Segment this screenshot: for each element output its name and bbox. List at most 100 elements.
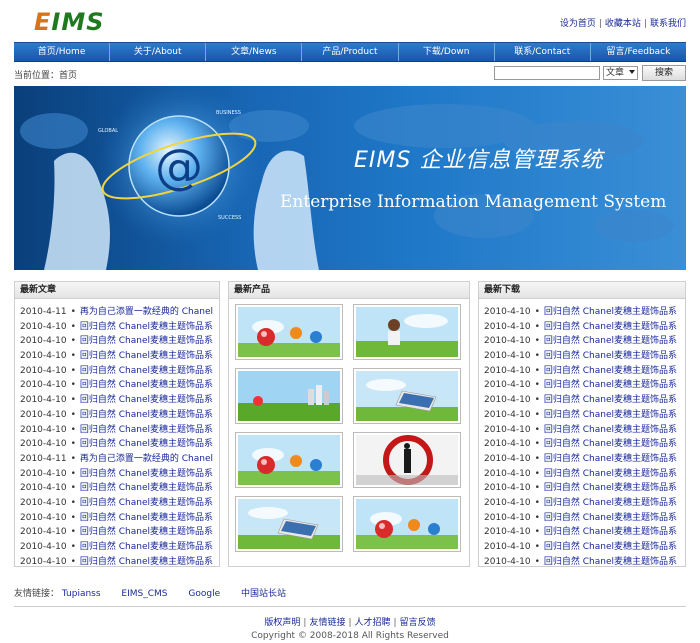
item-title-link[interactable]: 回归自然 Chanel麦穗主题饰品系 (80, 483, 213, 493)
item-title-link[interactable]: 回归自然 Chanel麦穗主题饰品系 (544, 513, 677, 523)
item-title-link[interactable]: 回归自然 Chanel麦穗主题饰品系 (544, 542, 677, 552)
item-title-link[interactable]: 回归自然 Chanel麦穗主题饰品系 (80, 322, 213, 332)
item-title-link[interactable]: 回归自然 Chanel麦穗主题饰品系 (544, 336, 677, 346)
item-title-link[interactable]: 回归自然 Chanel麦穗主题饰品系 (80, 410, 213, 420)
product-thumbnail[interactable] (353, 432, 461, 488)
list-item[interactable]: 2010-4-10 • 回归自然 Chanel麦穗主题饰品系 (479, 555, 685, 570)
list-item[interactable]: 2010-4-10 • 回归自然 Chanel麦穗主题饰品系 (15, 481, 219, 496)
nav-contact[interactable]: 联系/Contact (495, 43, 591, 61)
item-title-link[interactable]: 回归自然 Chanel麦穗主题饰品系 (544, 366, 677, 376)
list-item[interactable]: 2010-4-10 • 回归自然 Chanel麦穗主题饰品系 (479, 525, 685, 540)
copyright-notice-link[interactable]: 版权声明 (264, 618, 300, 628)
list-item[interactable]: 2010-4-11 • 再为自己添置一款经典的 Chanel (15, 305, 219, 320)
list-item[interactable]: 2010-4-11 • 再为自己添置一款经典的 Chanel (15, 452, 219, 467)
product-thumbnail[interactable] (235, 496, 343, 552)
item-title-link[interactable]: 回归自然 Chanel麦穗主题饰品系 (80, 439, 213, 449)
search-input[interactable] (494, 66, 600, 80)
product-thumbnail[interactable] (353, 304, 461, 360)
contact-us-link[interactable]: 联系我们 (650, 19, 686, 29)
list-item[interactable]: 2010-4-10 • 回归自然 Chanel麦穗主题饰品系 (479, 467, 685, 482)
list-item[interactable]: 2010-4-10 • 回归自然 Chanel麦穗主题饰品系 (479, 496, 685, 511)
nav-down[interactable]: 下载/Down (399, 43, 495, 61)
list-item[interactable]: 2010-4-10 • 回归自然 Chanel麦穗主题饰品系 (479, 393, 685, 408)
item-title-link[interactable]: 回归自然 Chanel麦穗主题饰品系 (544, 557, 677, 567)
list-item[interactable]: 2010-4-10 • 回归自然 Chanel麦穗主题饰品系 (15, 408, 219, 423)
item-title-link[interactable]: 回归自然 Chanel麦穗主题饰品系 (80, 425, 213, 435)
list-item[interactable]: 2010-4-10 • 回归自然 Chanel麦穗主题饰品系 (15, 393, 219, 408)
list-item[interactable]: 2010-4-10 • 回归自然 Chanel麦穗主题饰品系 (479, 408, 685, 423)
list-item[interactable]: 2010-4-10 • 回归自然 Chanel麦穗主题饰品系 (479, 452, 685, 467)
list-item[interactable]: 2010-4-10 • 回归自然 Chanel麦穗主题饰品系 (479, 437, 685, 452)
list-item[interactable]: 2010-4-10 • 回归自然 Chanel麦穗主题饰品系 (479, 334, 685, 349)
list-item[interactable]: 2010-4-10 • 回归自然 Chanel麦穗主题饰品系 (479, 378, 685, 393)
list-item[interactable]: 2010-4-10 • 回归自然 Chanel麦穗主题饰品系 (15, 423, 219, 438)
nav-feedback[interactable]: 留言/Feedback (591, 43, 686, 61)
item-title-link[interactable]: 回归自然 Chanel麦穗主题饰品系 (80, 557, 213, 567)
product-thumbnail[interactable] (235, 368, 343, 424)
list-item[interactable]: 2010-4-10 • 回归自然 Chanel麦穗主题饰品系 (479, 364, 685, 379)
item-title-link[interactable]: 回归自然 Chanel麦穗主题饰品系 (80, 542, 213, 552)
item-title-link[interactable]: 回归自然 Chanel麦穗主题饰品系 (544, 395, 677, 405)
item-title-link[interactable]: 回归自然 Chanel麦穗主题饰品系 (544, 454, 677, 464)
list-item[interactable]: 2010-4-10 • 回归自然 Chanel麦穗主题饰品系 (15, 437, 219, 452)
item-title-link[interactable]: 回归自然 Chanel麦穗主题饰品系 (544, 410, 677, 420)
product-thumbnail[interactable] (353, 496, 461, 552)
friend-links-link[interactable]: 友情链接 (309, 618, 345, 628)
item-title-link[interactable]: 回归自然 Chanel麦穗主题饰品系 (80, 395, 213, 405)
item-title-link[interactable]: 回归自然 Chanel麦穗主题饰品系 (544, 322, 677, 332)
list-item[interactable]: 2010-4-10 • 回归自然 Chanel麦穗主题饰品系 (479, 305, 685, 320)
item-title-link[interactable]: 回归自然 Chanel麦穗主题饰品系 (80, 366, 213, 376)
item-title-link[interactable]: 回归自然 Chanel麦穗主题饰品系 (80, 351, 213, 361)
item-title-link[interactable]: 回归自然 Chanel麦穗主题饰品系 (544, 425, 677, 435)
feedback-link[interactable]: 留言反馈 (400, 618, 436, 628)
item-title-link[interactable]: 回归自然 Chanel麦穗主题饰品系 (544, 469, 677, 479)
nav-news[interactable]: 文章/News (206, 43, 303, 61)
nav-product[interactable]: 产品/Product (302, 43, 399, 61)
item-title-link[interactable]: 回归自然 Chanel麦穗主题饰品系 (544, 527, 677, 537)
item-title-link[interactable]: 回归自然 Chanel麦穗主题饰品系 (544, 439, 677, 449)
item-title-link[interactable]: 回归自然 Chanel麦穗主题饰品系 (80, 527, 213, 537)
item-title-link[interactable]: 回归自然 Chanel麦穗主题饰品系 (544, 498, 677, 508)
list-item[interactable]: 2010-4-10 • 回归自然 Chanel麦穗主题饰品系 (15, 334, 219, 349)
set-homepage-link[interactable]: 设为首页 (560, 19, 596, 29)
item-title-link[interactable]: 回归自然 Chanel麦穗主题饰品系 (544, 307, 677, 317)
friend-link[interactable]: Google (188, 589, 220, 599)
item-title-link[interactable]: 回归自然 Chanel麦穗主题饰品系 (544, 380, 677, 390)
item-title-link[interactable]: 再为自己添置一款经典的 Chanel (80, 454, 213, 464)
search-button[interactable]: 搜索 (642, 65, 686, 81)
list-item[interactable]: 2010-4-10 • 回归自然 Chanel麦穗主题饰品系 (15, 496, 219, 511)
item-title-link[interactable]: 回归自然 Chanel麦穗主题饰品系 (544, 483, 677, 493)
list-item[interactable]: 2010-4-10 • 回归自然 Chanel麦穗主题饰品系 (15, 525, 219, 540)
list-item[interactable]: 2010-4-10 • 回归自然 Chanel麦穗主题饰品系 (15, 511, 219, 526)
list-item[interactable]: 2010-4-10 • 回归自然 Chanel麦穗主题饰品系 (479, 349, 685, 364)
list-item[interactable]: 2010-4-10 • 回归自然 Chanel麦穗主题饰品系 (15, 378, 219, 393)
list-item[interactable]: 2010-4-10 • 回归自然 Chanel麦穗主题饰品系 (479, 540, 685, 555)
item-title-link[interactable]: 回归自然 Chanel麦穗主题饰品系 (80, 498, 213, 508)
item-title-link[interactable]: 再为自己添置一款经典的 Chanel (80, 307, 213, 317)
search-type-select[interactable]: 文章 (603, 66, 638, 80)
item-title-link[interactable]: 回归自然 Chanel麦穗主题饰品系 (80, 380, 213, 390)
list-item[interactable]: 2010-4-10 • 回归自然 Chanel麦穗主题饰品系 (479, 511, 685, 526)
item-title-link[interactable]: 回归自然 Chanel麦穗主题饰品系 (544, 351, 677, 361)
item-title-link[interactable]: 回归自然 Chanel麦穗主题饰品系 (80, 336, 213, 346)
list-item[interactable]: 2010-4-10 • 回归自然 Chanel麦穗主题饰品系 (15, 467, 219, 482)
recruitment-link[interactable]: 人才招聘 (355, 618, 391, 628)
list-item[interactable]: 2010-4-10 • 回归自然 Chanel麦穗主题饰品系 (479, 481, 685, 496)
item-title-link[interactable]: 回归自然 Chanel麦穗主题饰品系 (80, 513, 213, 523)
list-item[interactable]: 2010-4-10 • 回归自然 Chanel麦穗主题饰品系 (15, 320, 219, 335)
product-thumbnail[interactable] (353, 368, 461, 424)
friend-link[interactable]: EIMS_CMS (121, 589, 167, 599)
item-title-link[interactable]: 回归自然 Chanel麦穗主题饰品系 (80, 469, 213, 479)
list-item[interactable]: 2010-4-10 • 回归自然 Chanel麦穗主题饰品系 (15, 540, 219, 555)
friend-link[interactable]: Tupianss (62, 589, 101, 599)
product-thumbnail[interactable] (235, 304, 343, 360)
list-item[interactable]: 2010-4-10 • 回归自然 Chanel麦穗主题饰品系 (15, 349, 219, 364)
list-item[interactable]: 2010-4-10 • 回归自然 Chanel麦穗主题饰品系 (479, 320, 685, 335)
list-item[interactable]: 2010-4-10 • 回归自然 Chanel麦穗主题饰品系 (479, 423, 685, 438)
logo[interactable]: EIMS (34, 8, 118, 36)
nav-about[interactable]: 关于/About (110, 43, 207, 61)
product-thumbnail[interactable] (235, 432, 343, 488)
friend-link[interactable]: 中国站长站 (241, 589, 286, 599)
list-item[interactable]: 2010-4-10 • 回归自然 Chanel麦穗主题饰品系 (15, 555, 219, 570)
bookmark-link[interactable]: 收藏本站 (605, 19, 641, 29)
